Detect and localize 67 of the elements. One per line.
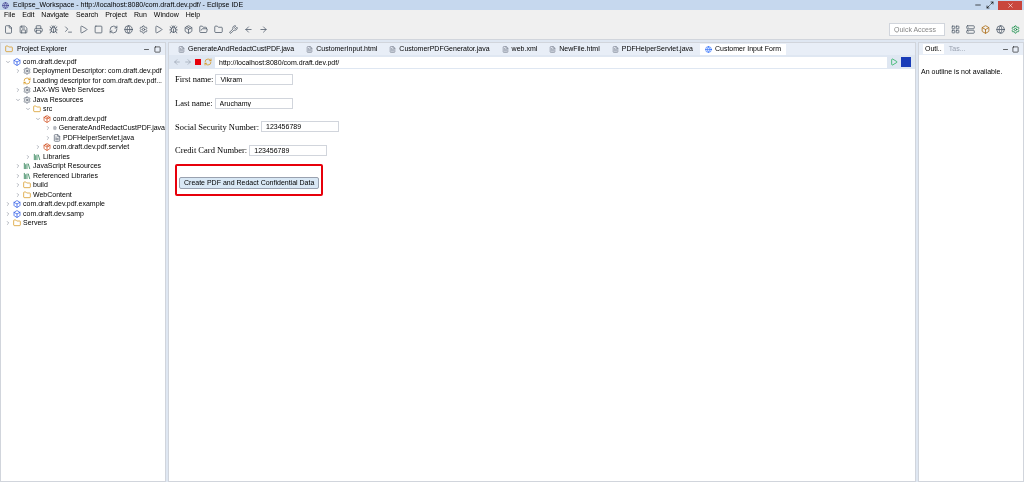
expander-icon[interactable] — [5, 210, 11, 217]
new-file-icon[interactable] — [4, 25, 13, 34]
field-label: First name: — [175, 73, 214, 86]
expander-icon[interactable] — [25, 106, 31, 113]
minimize-icon[interactable] — [974, 1, 982, 9]
expander-icon[interactable] — [5, 201, 11, 208]
folder-icon — [33, 105, 41, 114]
folder-icon[interactable] — [214, 25, 223, 34]
expander-icon[interactable] — [15, 191, 21, 198]
maximize-icon[interactable] — [1012, 45, 1019, 53]
back-icon[interactable] — [244, 25, 253, 34]
folder-icon — [13, 219, 21, 228]
package-icon — [43, 143, 51, 152]
loading-icon — [23, 76, 31, 85]
perspective-icon[interactable] — [981, 25, 990, 34]
project-icon — [13, 57, 21, 66]
folder-icon[interactable] — [199, 25, 208, 34]
gear-icon[interactable] — [1011, 25, 1020, 34]
expander-icon[interactable] — [15, 182, 21, 189]
expander-icon[interactable] — [35, 144, 41, 151]
field-label: Credit Card Number: — [175, 144, 248, 157]
expander-icon[interactable] — [45, 134, 51, 141]
globe-icon[interactable] — [996, 25, 1005, 34]
expander-icon[interactable] — [35, 115, 41, 122]
back-icon[interactable] — [173, 58, 181, 66]
field-label: Social Security Number: — [175, 120, 260, 134]
expander-icon[interactable] — [5, 58, 11, 65]
package-icon — [43, 114, 51, 123]
package-icon[interactable] — [184, 25, 193, 34]
maximize-icon[interactable] — [154, 45, 161, 53]
field-label: Last name: — [175, 96, 213, 110]
expander-icon[interactable] — [5, 220, 11, 227]
expander-icon[interactable] — [25, 153, 31, 160]
globe-icon — [704, 46, 712, 53]
expander-icon[interactable] — [15, 87, 21, 94]
eclipse-logo-icon — [2, 1, 9, 9]
expander-icon[interactable] — [15, 163, 21, 170]
file-icon — [549, 46, 557, 53]
refresh-icon[interactable] — [204, 58, 212, 66]
printer-icon[interactable] — [34, 25, 43, 34]
gear-icon[interactable] — [139, 25, 148, 34]
folder-icon — [5, 45, 13, 53]
play-icon[interactable] — [154, 25, 163, 34]
node-icon — [23, 67, 31, 76]
expander-icon[interactable] — [15, 96, 21, 103]
library-icon — [33, 152, 41, 161]
bug-icon[interactable] — [49, 25, 58, 34]
maximize-icon[interactable] — [986, 1, 994, 9]
bug-icon[interactable] — [169, 25, 178, 34]
expander-icon[interactable] — [15, 172, 21, 179]
go-icon[interactable] — [890, 58, 898, 66]
terminal-icon[interactable] — [64, 25, 73, 34]
forward-icon[interactable] — [184, 58, 192, 66]
close-icon — [1006, 1, 1014, 9]
expander-icon[interactable] — [15, 68, 21, 75]
save-icon[interactable] — [19, 25, 28, 34]
xml-file-icon — [501, 46, 509, 53]
refresh-icon[interactable] — [109, 25, 118, 34]
file-icon — [306, 46, 314, 53]
stop-icon[interactable] — [94, 25, 103, 34]
expander-icon[interactable] — [45, 125, 51, 132]
perspective-icon[interactable] — [951, 25, 960, 34]
wrench-icon[interactable] — [229, 25, 238, 34]
play-icon[interactable] — [79, 25, 88, 34]
globe-icon[interactable] — [124, 25, 133, 34]
server-icon[interactable] — [966, 25, 975, 34]
forward-icon[interactable] — [259, 25, 268, 34]
